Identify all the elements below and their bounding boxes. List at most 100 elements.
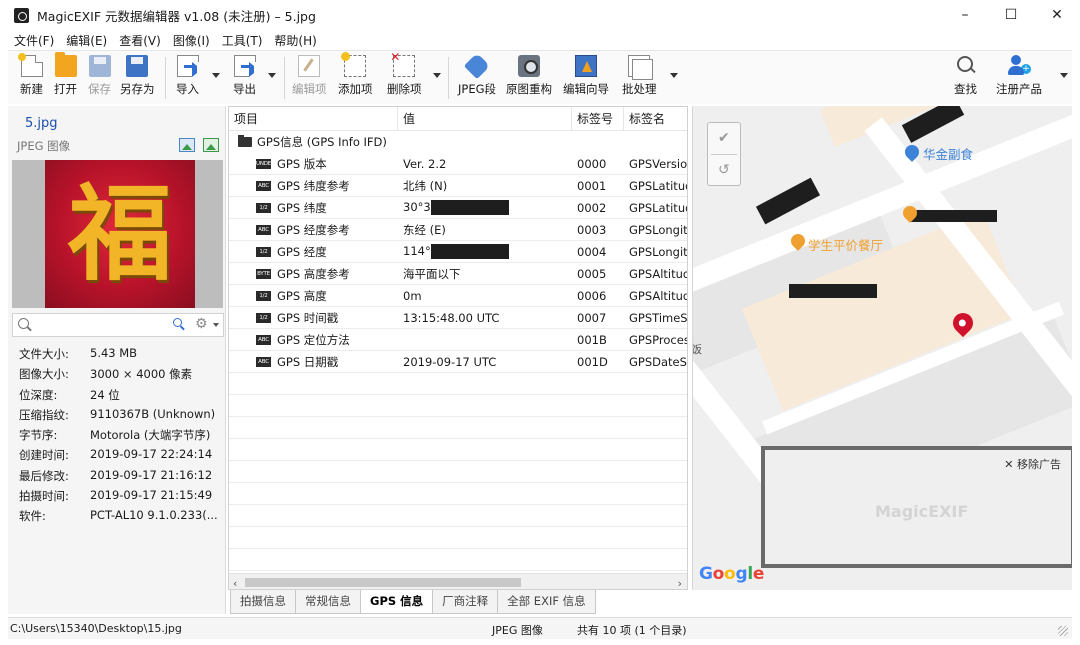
open-button[interactable]: 打开	[54, 52, 77, 97]
close-button[interactable]: ✕	[1034, 0, 1080, 30]
table-header: 项目 值 标签号 标签名	[229, 107, 687, 131]
table-row[interactable]: ABC GPS 日期戳 2019-09-17 UTC 001D GPSDateStamp	[229, 351, 687, 373]
edit-item-button[interactable]: 编辑项	[292, 55, 327, 97]
find-button[interactable]: 查找	[954, 55, 977, 97]
file-type: JPEG 图像	[17, 139, 71, 153]
menu-edit[interactable]: 编辑(E)	[60, 32, 113, 49]
delete-item-button[interactable]: 删除项	[387, 50, 422, 97]
toolbar-separator	[448, 57, 449, 99]
resize-grip[interactable]	[1058, 626, 1068, 636]
menu-file[interactable]: 文件(F)	[8, 32, 60, 49]
batch-button[interactable]: 批处理	[622, 55, 657, 97]
maximize-button[interactable]: ☐	[988, 0, 1034, 30]
table-row[interactable]: ABC GPS 经度参考 东经 (E) 0003 GPSLongitudeRef	[229, 219, 687, 241]
column-header-tag-number[interactable]: 标签号	[572, 107, 624, 130]
column-header-item[interactable]: 项目	[229, 107, 398, 130]
save-as-button[interactable]: 另存为	[120, 55, 155, 97]
tab-maker-notes[interactable]: 厂商注释	[432, 590, 499, 614]
gps-group-row[interactable]: GPS信息 (GPS Info IFD)	[229, 131, 687, 153]
poi-label-grocery[interactable]: 华金副食	[923, 144, 973, 163]
empty-row	[229, 395, 687, 417]
tab-gps-info[interactable]: GPS 信息	[360, 590, 434, 614]
table-row[interactable]: 1/2 GPS 高度 0m 0006 GPSAltitude	[229, 285, 687, 307]
tab-shooting-info[interactable]: 拍摄信息	[230, 590, 296, 614]
property-search-input[interactable]	[37, 316, 167, 334]
window-title: MagicEXIF 元数据编辑器 v1.08 (未注册) – 5.jpg	[37, 8, 316, 24]
batch-dropdown-icon[interactable]	[670, 73, 678, 78]
item-label: GPS 定位方法	[277, 332, 350, 347]
menu-bar: 文件(F) 编辑(E) 查看(V) 图像(I) 工具(T) 帮助(H)	[0, 30, 1080, 50]
property-value: 5.43 MB	[90, 346, 138, 360]
table-row[interactable]: 1/2 GPS 经度 114° 0004 GPSLongitude	[229, 241, 687, 263]
column-header-tag-name[interactable]: 标签名	[624, 107, 687, 130]
jpeg-segment-button[interactable]: JPEG段	[458, 52, 497, 97]
tag-name-cell: GPSDateStamp	[629, 354, 687, 369]
file-properties: 文件大小: 5.43 MB 图像大小: 3000 × 4000 像素 位深度: 24 …	[19, 346, 224, 529]
checkmark-icon[interactable]: ✔	[718, 130, 730, 146]
property-row: 创建时间: 2019-09-17 22:24:14	[19, 447, 224, 467]
scrollbar-thumb[interactable]	[245, 578, 521, 587]
jpeg-segment-button-label: JPEG段	[458, 82, 497, 96]
item-cell: ABC GPS 定位方法	[229, 332, 398, 348]
google-logo-letter: o	[724, 564, 736, 584]
minimize-button[interactable]: –	[942, 0, 988, 30]
undo-icon[interactable]: ↺	[718, 162, 730, 178]
user-search-icon[interactable]	[171, 318, 185, 332]
table-row[interactable]: BYTE GPS 高度参考 海平面以下 0005 GPSAltitudeRef	[229, 263, 687, 285]
add-item-button[interactable]: 添加项	[338, 52, 373, 97]
type-badge-icon: ABC	[256, 356, 271, 367]
wizard-button[interactable]: 编辑向导	[563, 55, 609, 97]
tag-number-cell: 0007	[577, 310, 607, 325]
menu-help[interactable]: 帮助(H)	[268, 32, 322, 49]
rebuild-button[interactable]: 原图重构	[506, 55, 552, 97]
file-info-panel: 5.jpg JPEG 图像 福 ⚙ 文件大小: 5.43 MB 图像大小: 3000…	[8, 106, 226, 614]
horizontal-scrollbar[interactable]: ‹ ›	[229, 573, 687, 589]
item-cell: ABC GPS 纬度参考	[229, 178, 398, 194]
tag-number-cell: 0003	[577, 222, 607, 237]
empty-row	[229, 549, 687, 571]
exif-table: 项目 值 标签号 标签名 GPS信息 (GPS Info IFD) UNDEF G…	[228, 106, 688, 590]
export-dropdown-icon[interactable]	[268, 73, 276, 78]
map-view[interactable]: ✔ ↺ 华金副食 学生平价餐厅 饭 ✕ 移除广告 MagicEXIF Googl…	[692, 106, 1072, 590]
menu-tools[interactable]: 工具(T)	[216, 32, 269, 49]
tag-name-cell: GPSTimeStamp	[629, 310, 688, 325]
menu-image[interactable]: 图像(I)	[167, 32, 216, 49]
scroll-right-icon[interactable]: ›	[678, 577, 682, 589]
property-value: 9110367B (Unknown)	[90, 406, 216, 421]
register-dropdown-icon[interactable]	[1060, 73, 1068, 78]
value-cell: 海平面以下	[398, 266, 572, 282]
menu-view[interactable]: 查看(V)	[113, 32, 167, 49]
redaction-bar	[430, 200, 509, 215]
column-header-value[interactable]: 值	[398, 107, 572, 130]
gear-icon[interactable]: ⚙	[195, 316, 208, 332]
chevron-down-icon[interactable]	[213, 323, 219, 327]
table-row[interactable]: ABC GPS 定位方法 001B GPSProcessingMethod	[229, 329, 687, 351]
google-logo-letter: e	[752, 564, 765, 584]
tab-all-exif[interactable]: 全部 EXIF 信息	[497, 590, 596, 614]
table-row[interactable]: 1/2 GPS 时间戳 13:15:48.00 UTC 0007 GPSTimeStam…	[229, 307, 688, 329]
tab-general-info[interactable]: 常规信息	[295, 590, 361, 614]
image-view-icon[interactable]	[179, 138, 195, 152]
item-cell: 1/2 GPS 高度	[229, 288, 398, 304]
empty-row	[229, 439, 687, 461]
import-button[interactable]: 导入	[176, 55, 204, 97]
item-label: GPS 纬度参考	[277, 178, 350, 193]
import-dropdown-icon[interactable]	[212, 73, 220, 78]
new-button[interactable]: 新建	[17, 53, 43, 97]
google-logo-letter: g	[735, 564, 748, 584]
table-row[interactable]: 1/2 GPS 纬度 30°3 0002 GPSLatitude	[229, 197, 687, 219]
image-edit-icon[interactable]	[203, 138, 219, 152]
register-button[interactable]: + 注册产品	[996, 55, 1042, 97]
poi-label-canteen[interactable]: 学生平价餐厅	[808, 235, 883, 254]
table-row[interactable]: UNDEFGPS 版本 Ver. 2.2 0000 GPSVersionID	[229, 153, 687, 175]
type-badge-icon: UNDEF	[256, 158, 275, 169]
table-row[interactable]: ABC GPS 纬度参考 北纬 (N) 0001 GPSLatitudeRef	[229, 175, 687, 197]
map-redaction	[789, 284, 877, 298]
wizard-icon	[575, 55, 597, 77]
add-item-icon	[341, 52, 367, 77]
save-button[interactable]: 保存	[88, 55, 111, 97]
scroll-left-icon[interactable]: ‹	[233, 577, 237, 589]
remove-ad-button[interactable]: ✕ 移除广告	[1004, 456, 1061, 472]
delete-dropdown-icon[interactable]	[433, 73, 441, 78]
export-button[interactable]: 导出	[233, 55, 261, 97]
